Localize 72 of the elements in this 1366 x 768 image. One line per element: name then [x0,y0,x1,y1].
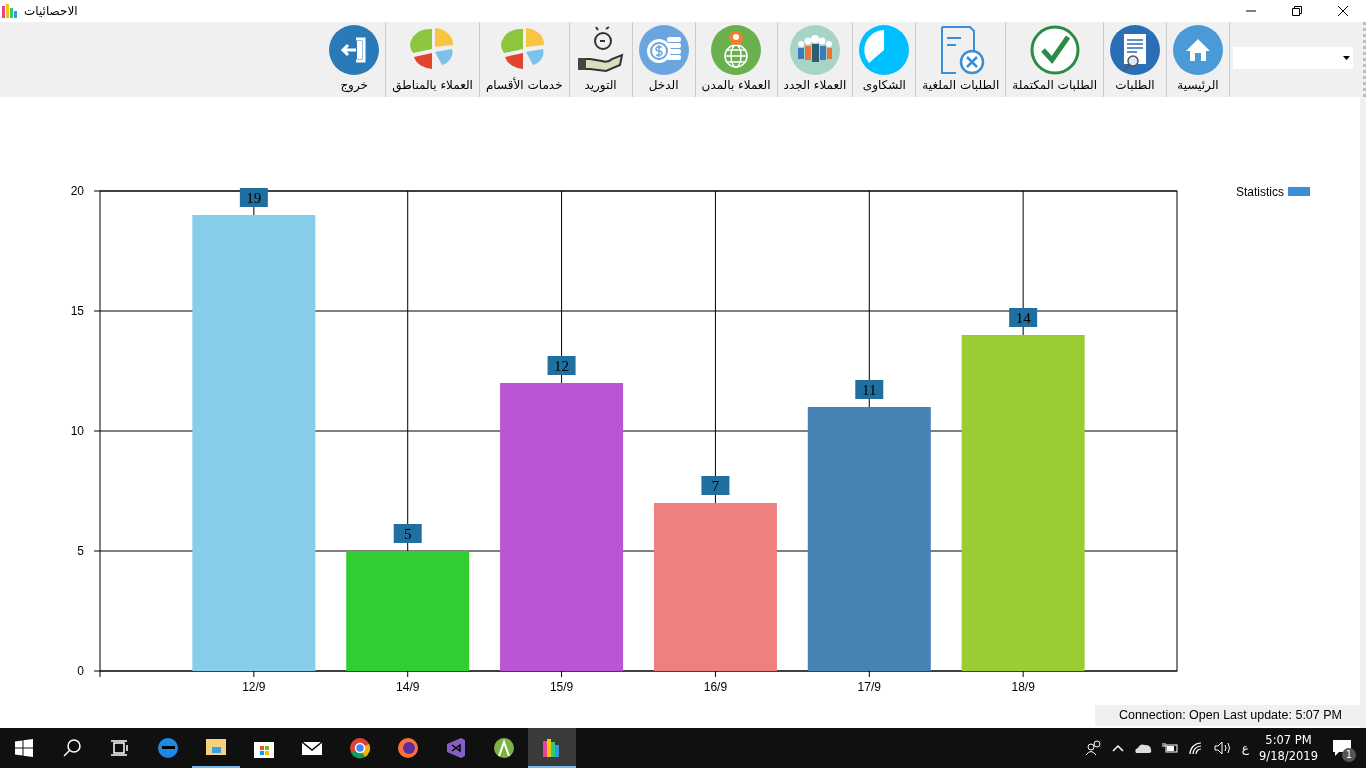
windows-icon [15,739,33,757]
data-label: 11 [855,380,884,399]
mail-icon [301,741,323,755]
toolbar-button[interactable]: العملاء الجدد [777,22,854,97]
data-label: 19 [246,190,262,206]
toolbar-button[interactable]: الطلبات الملغية [916,22,1007,97]
data-label: 19 [239,188,268,207]
people-icon[interactable] [1085,740,1102,756]
app-icon [2,4,18,18]
data-label: 14 [1015,310,1032,326]
y-tick-label: 10 [70,424,84,438]
people-icon [789,25,840,75]
x-tick-label: 17/9 [857,680,881,694]
folder-icon [206,739,226,755]
toolbar-button[interactable]: التوريد [569,22,633,97]
toolbar-button[interactable]: الشكاوى [853,22,917,97]
legend-label: Statistics [1236,185,1284,199]
data-label: 5 [393,524,422,543]
notification-count: 1 [1342,748,1356,762]
legend-swatch [1288,187,1310,196]
toolbar-button[interactable]: الدخل [632,22,696,97]
window-title: الاحصائيات [24,4,78,18]
battery-icon[interactable] [1161,742,1178,754]
y-tick-label: 5 [77,544,84,558]
task-view-icon [111,739,129,757]
clock-time[interactable]: 5:07 PM [1265,732,1312,748]
pie-icon [859,25,910,75]
data-label: 14 [1009,308,1038,327]
home-icon [1173,25,1223,75]
toolbar-button[interactable]: العملاء بالمدن [695,22,778,97]
data-label: 11 [862,382,877,398]
x-tick-label: 14/9 [396,680,420,694]
x-tick-label: 15/9 [549,680,574,694]
books-icon [543,739,559,757]
close-icon [1338,6,1348,16]
data-label: 7 [701,476,730,495]
x-tick-label: 18/9 [1011,680,1035,694]
notifications-button[interactable]: 1 [1328,734,1356,762]
wifi-icon[interactable] [1187,741,1204,755]
status-text: Connection: Open Last update: 5:07 PM [1094,705,1360,726]
x-tick-label: 16/9 [703,680,728,694]
exit-icon [329,25,380,75]
hand-money-icon [575,25,626,75]
language-indicator[interactable]: ع [1241,741,1250,755]
y-tick-label: 15 [70,304,84,318]
clock-date[interactable]: 9/18/2019 [1259,748,1318,764]
toolbar-button[interactable]: العملاء بالمناطق [386,22,480,97]
data-label: 12 [547,356,576,375]
document-icon [1110,25,1160,75]
speaker-icon[interactable] [1213,741,1232,755]
data-label: 5 [403,526,412,542]
toolbar-button[interactable]: خروج [323,22,387,97]
globe-icon [711,25,762,75]
chrome-icon [350,738,370,759]
y-tick-label: 20 [70,184,84,198]
chevron-up-icon[interactable] [1111,744,1124,752]
toolbar-button[interactable]: الرئيسية [1167,22,1230,97]
store-icon [254,742,274,758]
restore-icon [1292,6,1302,16]
taskbar-app[interactable] [528,728,576,768]
visual-studio-icon [447,738,465,758]
toolbar-button[interactable]: خدمات الأقسام [479,22,570,97]
data-label: 12 [554,358,570,374]
coins-icon [638,25,689,75]
data-label: 7 [711,478,720,494]
y-tick-label: 0 [77,664,84,678]
check-icon [1029,25,1080,75]
search-icon [63,739,81,757]
toolbar-button[interactable]: الطلبات المكتملة [1006,22,1104,97]
cloud-icon[interactable] [1133,743,1152,753]
x-tick-label: 12/9 [242,680,266,694]
toolbar-button[interactable]: الطلبات [1104,22,1167,97]
